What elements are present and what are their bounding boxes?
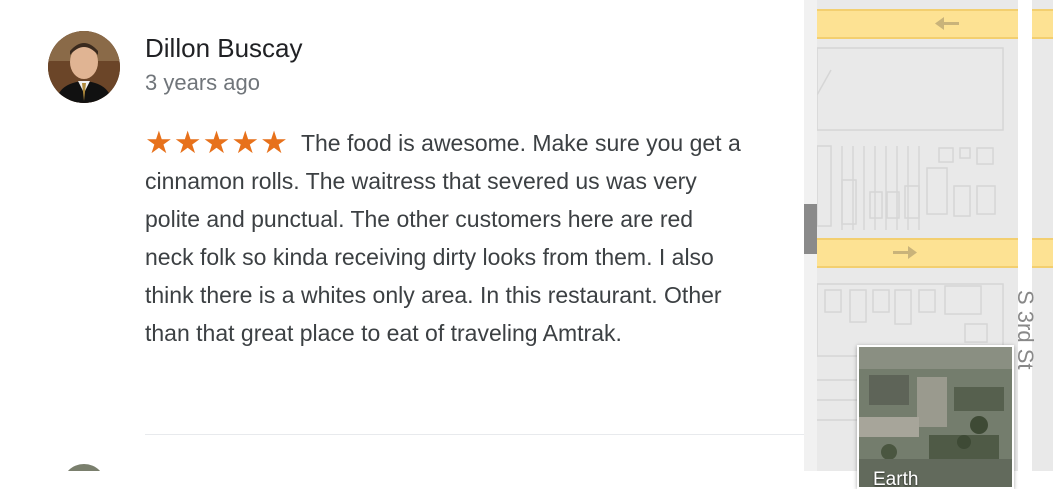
avatar-photo — [48, 31, 120, 103]
next-review-avatar[interactable] — [62, 464, 106, 471]
reviews-panel: Dillon Buscay 3 years ago ★★★★★ The food … — [0, 0, 804, 471]
satellite-thumbnail — [859, 347, 1012, 487]
earth-layer-toggle[interactable]: Earth — [857, 345, 1014, 489]
author-name[interactable]: Dillon Buscay — [145, 33, 303, 64]
scrollbar-thumb[interactable] — [804, 204, 817, 254]
street-label: S 3rd St — [1013, 290, 1038, 370]
review-divider — [145, 434, 804, 435]
reviews-scrollbar[interactable] — [804, 0, 817, 471]
author-avatar[interactable] — [48, 31, 120, 103]
earth-label: Earth — [873, 469, 919, 489]
review-date: 3 years ago — [145, 70, 260, 95]
review-body: ★★★★★ The food is awesome. Make sure you … — [145, 124, 745, 352]
review-text: The food is awesome. Make sure you get a… — [145, 130, 741, 346]
star-rating: ★★★★★ — [145, 125, 289, 161]
